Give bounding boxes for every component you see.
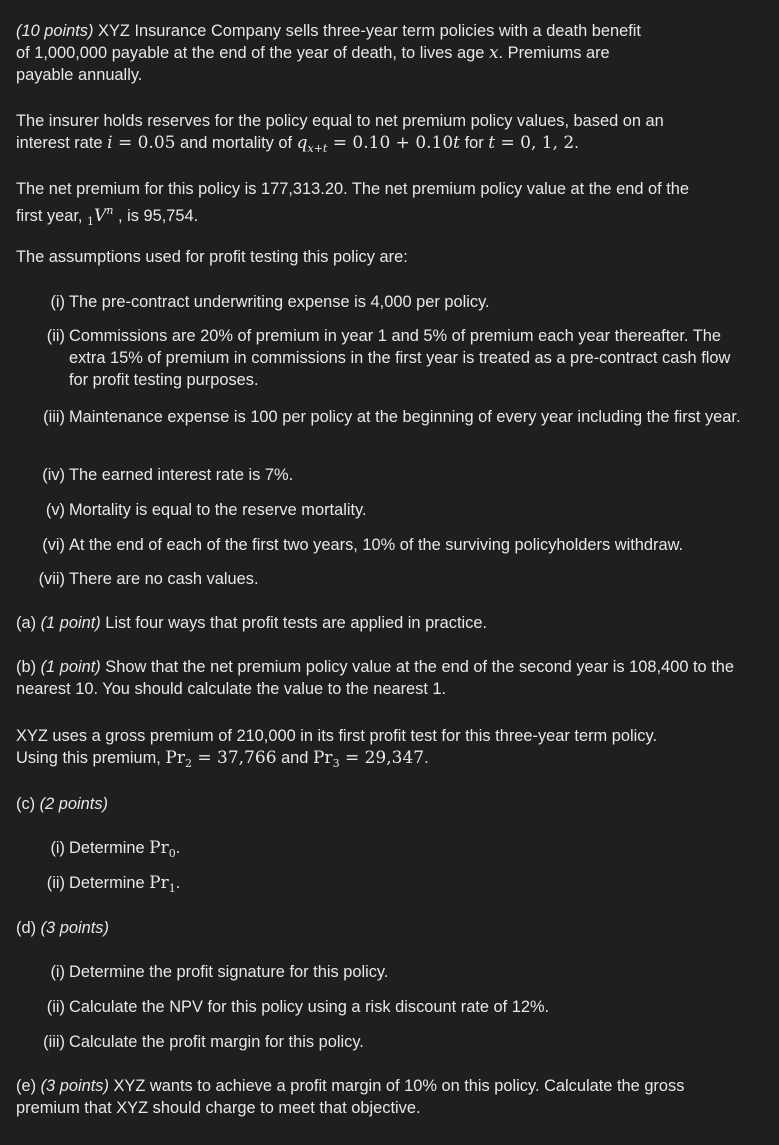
part-d-item: (i) Determine the profit signature for th… (50, 961, 751, 983)
q-subscript: x+t (307, 142, 328, 155)
part-e-points: (3 points) (40, 1077, 109, 1095)
part-d-item: (ii) Calculate the NPV for this policy us… (47, 996, 751, 1018)
part-a-text: List four ways that profit tests are app… (100, 614, 488, 632)
assumption-text: At the end of each of the first two year… (69, 536, 684, 554)
assumption-text: Commissions are 20% of premium in year 1… (69, 327, 731, 389)
assumption-item: (vi) At the end of each of the first two … (42, 534, 751, 556)
gross-line1: XYZ uses a gross premium of 210,000 in i… (16, 727, 657, 745)
gross-premium-paragraph: XYZ uses a gross premium of 210,000 in i… (16, 725, 751, 775)
assumption-item: (ii) Commissions are 20% of premium in ye… (47, 325, 751, 391)
assumption-number: (vii) (38, 570, 65, 588)
assumption-item: (iii) Maintenance expense is 100 per poli… (43, 406, 751, 428)
part-d-item: (iii) Calculate the profit margin for thi… (43, 1031, 751, 1053)
var-t: t (453, 133, 461, 153)
net-premium-line1: The net premium for this policy is 177,3… (16, 180, 689, 198)
assumption-item: (i) The pre-contract underwriting expense… (50, 291, 751, 313)
assumption-number: (iv) (42, 466, 65, 484)
pr2: Pr (165, 748, 185, 768)
assumption-text: Mortality is equal to the reserve mortal… (69, 501, 367, 519)
assumption-item: (v) Mortality is equal to the reserve mor… (46, 499, 751, 521)
intro-paragraph: (10 points) XYZ Insurance Company sells … (16, 20, 751, 86)
assumption-text: There are no cash values. (69, 570, 259, 588)
part-c-item-text: Determine (69, 874, 150, 892)
eq-t: = 0, 1, 2 (495, 133, 575, 153)
part-d-item-text: Calculate the NPV for this policy using … (69, 998, 550, 1016)
part-c-item-number: (ii) (46, 874, 65, 892)
pr3-subscript: 3 (332, 757, 340, 770)
part-c-item-number: (i) (50, 839, 65, 857)
part-e: (e) (3 points) XYZ wants to achieve a pr… (16, 1075, 751, 1119)
pr1: Pr (149, 873, 169, 893)
pr0-subscript: 0 (168, 847, 176, 860)
part-d: (d) (3 points) (16, 917, 751, 939)
intro-line3: payable annually. (16, 66, 143, 84)
part-b-text: Show that the net premium policy value a… (16, 658, 734, 698)
part-c-item: (i) Determine Pr0. (50, 837, 751, 865)
assumption-number: (ii) (46, 327, 65, 345)
assumption-item: (iv) The earned interest rate is 7%. (42, 464, 751, 486)
reserves-line2c: for (460, 134, 489, 152)
part-d-label: (d) (16, 919, 41, 937)
assumption-number: (iii) (43, 408, 65, 426)
gross-line2a: Using this premium, (16, 749, 166, 767)
part-d-item-text: Determine the profit signature for this … (69, 963, 389, 981)
intro-points: (10 points) (16, 22, 94, 40)
pr2-subscript: 2 (184, 757, 192, 770)
part-b-label: (b) (16, 658, 41, 676)
assumption-number: (i) (50, 293, 65, 311)
part-d-item-number: (ii) (46, 998, 65, 1016)
assumption-text: The pre-contract underwriting expense is… (69, 293, 490, 311)
assumption-text: The earned interest rate is 7%. (69, 466, 294, 484)
net-premium-line2b: , is 95,754. (113, 207, 199, 225)
part-c-item-end: . (175, 874, 181, 892)
pr1-subscript: 1 (168, 882, 176, 895)
intro-line2: of 1,000,000 payable at the end of the y… (16, 44, 489, 62)
part-b-points: (1 point) (40, 658, 101, 676)
v-presub: 1 (87, 215, 95, 228)
part-b: (b) (1 point) Show that the net premium … (16, 656, 751, 700)
var-x: x (488, 43, 499, 63)
pr3-value: = 29,347 (339, 748, 425, 768)
part-a-label: (a) (16, 614, 41, 632)
reserves-period: . (574, 134, 579, 152)
assumption-text: Maintenance expense is 100 per policy at… (69, 408, 741, 426)
assumption-item: (vii) There are no cash values. (39, 568, 751, 590)
intro-line2-end: . Premiums are (498, 44, 610, 62)
part-c-points: (2 points) (39, 795, 108, 813)
assumption-number: (vi) (42, 536, 65, 554)
part-c-item-text: Determine (69, 839, 150, 857)
part-c-item-end: . (175, 839, 181, 857)
part-d-item-text: Calculate the profit margin for this pol… (69, 1033, 364, 1051)
intro-line1: XYZ Insurance Company sells three-year t… (93, 22, 641, 40)
part-a: (a) (1 point) List four ways that profit… (16, 612, 751, 634)
pr3: Pr (312, 748, 333, 768)
part-c-label: (c) (16, 795, 40, 813)
problem-page: (10 points) XYZ Insurance Company sells … (0, 0, 779, 1145)
part-e-label: (e) (16, 1077, 41, 1095)
eq-q: = 0.10 + 0.10 (327, 133, 454, 153)
part-d-item-number: (i) (50, 963, 65, 981)
part-d-item-number: (iii) (43, 1033, 65, 1051)
assumption-number: (v) (45, 501, 65, 519)
pr0: Pr (149, 838, 169, 858)
gross-and: and (276, 749, 313, 767)
part-e-text: XYZ wants to achieve a profit margin of … (16, 1077, 685, 1117)
var-q: q (296, 133, 308, 153)
part-c: (c) (2 points) (16, 793, 751, 815)
gross-period: . (424, 749, 429, 767)
part-a-points: (1 point) (40, 614, 101, 632)
part-c-item: (ii) Determine Pr1. (47, 872, 751, 900)
reserves-line2b: and mortality of (175, 134, 297, 152)
part-d-points: (3 points) (40, 919, 109, 937)
reserves-line2a: interest rate (16, 134, 108, 152)
assumptions-intro: The assumptions used for profit testing … (16, 248, 408, 266)
net-premium-paragraph: The net premium for this policy is 177,3… (16, 178, 751, 233)
var-V: V (94, 206, 107, 226)
eq-i: = 0.05 (112, 133, 176, 153)
reserves-paragraph: The insurer holds reserves for the polic… (16, 110, 751, 160)
net-premium-line2a: first year, (16, 207, 88, 225)
reserves-line1: The insurer holds reserves for the polic… (16, 112, 664, 130)
pr2-value: = 37,766 (191, 748, 277, 768)
